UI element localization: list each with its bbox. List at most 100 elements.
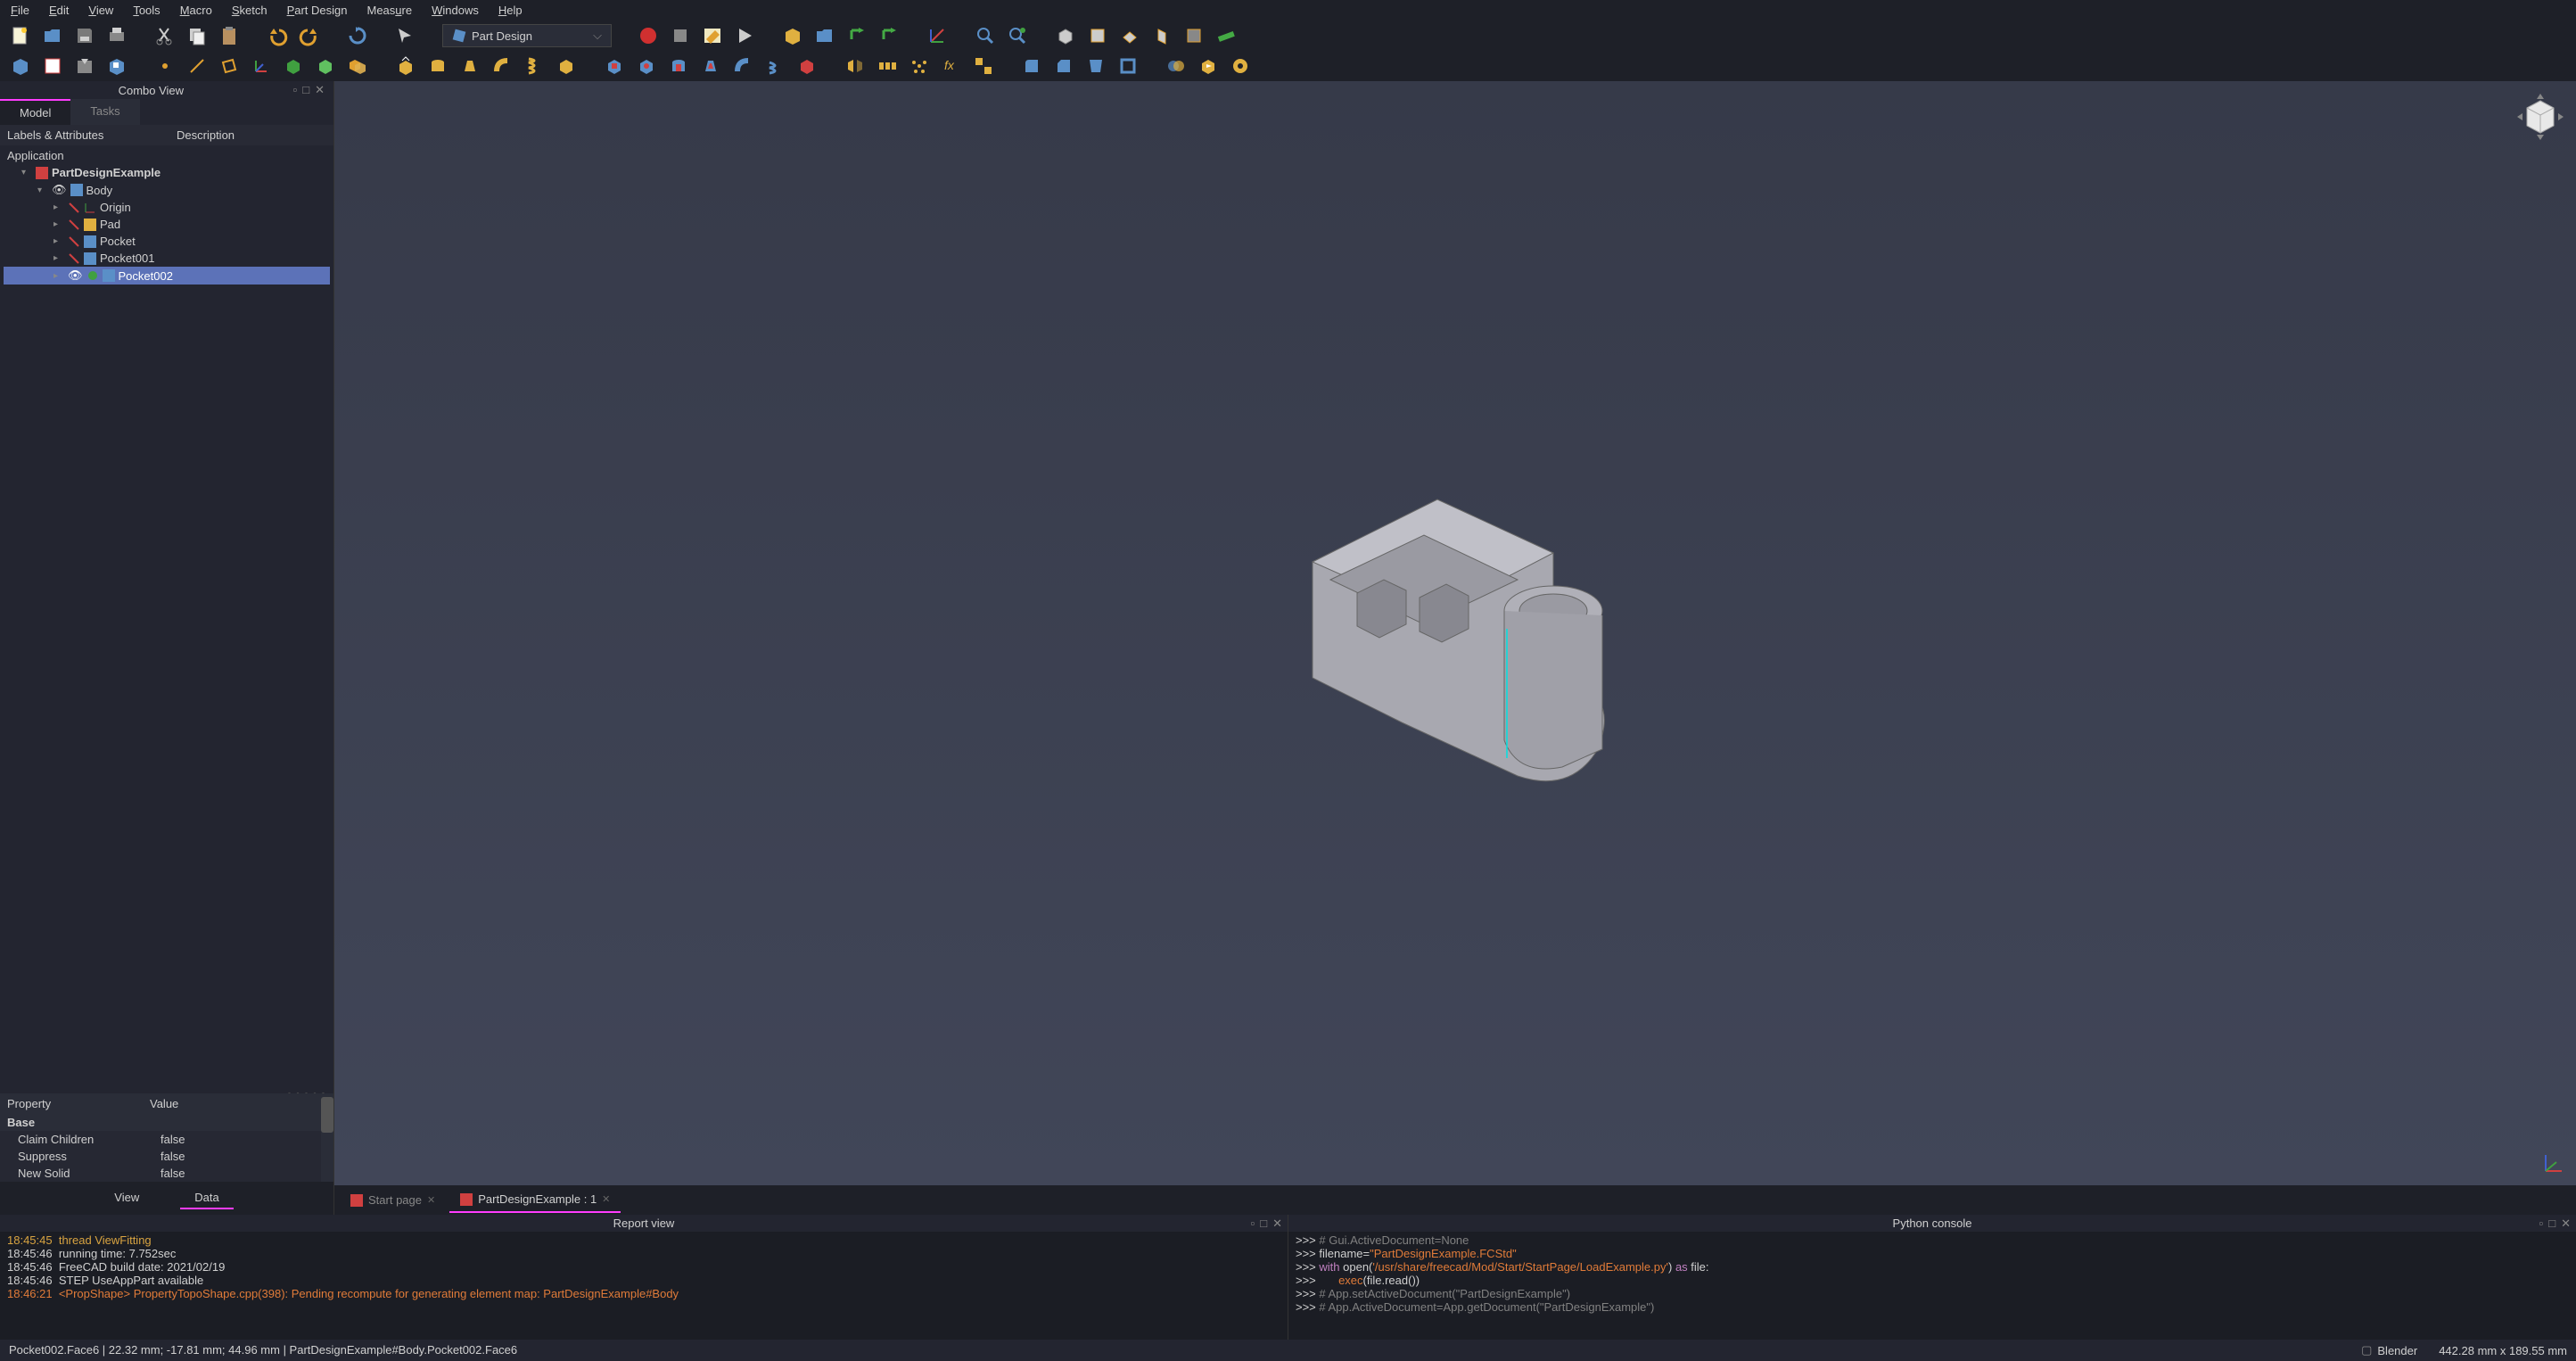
tab-model[interactable]: Model	[0, 99, 70, 125]
chamfer-icon[interactable]	[1052, 54, 1075, 78]
sketch-create-icon[interactable]	[41, 54, 64, 78]
menu-view[interactable]: View	[85, 2, 117, 19]
redo-icon[interactable]	[298, 24, 321, 47]
3d-viewport[interactable]	[334, 81, 2576, 1185]
part-create-icon[interactable]	[781, 24, 804, 47]
tree-body-item[interactable]: ▾👁 Body	[4, 181, 330, 199]
copy-icon[interactable]	[185, 24, 209, 47]
print-icon[interactable]	[105, 24, 128, 47]
pipe-icon[interactable]	[490, 54, 514, 78]
pad-icon[interactable]	[394, 54, 417, 78]
report-log[interactable]: 18:45:45 thread ViewFitting 18:45:46 run…	[0, 1232, 1288, 1340]
multitransform-icon[interactable]: fx	[940, 54, 963, 78]
macro-record-icon[interactable]	[637, 24, 660, 47]
panel-float-icon[interactable]: ▫	[293, 83, 298, 97]
draft-icon[interactable]	[1084, 54, 1107, 78]
panel-close-icon[interactable]: ✕	[2561, 1217, 2571, 1231]
menu-partdesign[interactable]: Part Design	[284, 2, 351, 19]
prop-suppress[interactable]: Suppressfalse	[0, 1148, 321, 1165]
mirror-icon[interactable]	[844, 54, 867, 78]
body-create-icon[interactable]	[9, 54, 32, 78]
group-icon[interactable]	[813, 24, 836, 47]
view-rear-icon[interactable]	[1182, 24, 1206, 47]
polar-pattern-icon[interactable]	[908, 54, 931, 78]
hole-icon[interactable]	[635, 54, 658, 78]
save-icon[interactable]	[73, 24, 96, 47]
datum-line-icon[interactable]	[185, 54, 209, 78]
tree-document[interactable]: ▾ PartDesignExample	[4, 164, 330, 181]
sub-helix-icon[interactable]	[763, 54, 786, 78]
sprocket-icon[interactable]	[1229, 54, 1252, 78]
workbench-selector[interactable]: Part Design ⌵	[442, 24, 612, 47]
pocket-icon[interactable]	[603, 54, 626, 78]
sketch-map-icon[interactable]	[105, 54, 128, 78]
migrate-icon[interactable]	[1197, 54, 1220, 78]
link-make-icon[interactable]	[845, 24, 868, 47]
sketch-edit-icon[interactable]	[73, 54, 96, 78]
menu-tools[interactable]: Tools	[129, 2, 163, 19]
fillet-icon[interactable]	[1020, 54, 1043, 78]
panel-float-icon[interactable]: ▫	[1251, 1217, 1255, 1231]
tab-tasks[interactable]: Tasks	[70, 99, 139, 125]
macro-play-icon[interactable]	[733, 24, 756, 47]
nav-style[interactable]: ▢Blender	[2361, 1343, 2417, 1357]
scaled-icon[interactable]	[972, 54, 995, 78]
sub-pipe-icon[interactable]	[731, 54, 754, 78]
cut-icon[interactable]	[153, 24, 177, 47]
close-icon[interactable]: ✕	[427, 1194, 435, 1206]
axis-tool-icon[interactable]	[926, 24, 949, 47]
view-front-icon[interactable]	[1086, 24, 1109, 47]
datum-plane-icon[interactable]	[218, 54, 241, 78]
menu-windows[interactable]: Windows	[428, 2, 482, 19]
menu-file[interactable]: File	[7, 2, 33, 19]
tree-pad[interactable]: ▸ Pad	[4, 216, 330, 233]
open-icon[interactable]	[41, 24, 64, 47]
undo-icon[interactable]	[266, 24, 289, 47]
subshapebinder-icon[interactable]	[314, 54, 337, 78]
view-fit-sel-icon[interactable]	[1006, 24, 1029, 47]
tree-application[interactable]: Application	[4, 147, 330, 164]
refresh-icon[interactable]	[346, 24, 369, 47]
menu-measure[interactable]: Measure	[364, 2, 416, 19]
thickness-icon[interactable]	[1116, 54, 1140, 78]
sub-loft-icon[interactable]	[699, 54, 722, 78]
prop-new-solid[interactable]: New Solidfalse	[0, 1165, 321, 1182]
property-scrollbar[interactable]	[321, 1093, 333, 1182]
python-console[interactable]: >>> # Gui.ActiveDocument=None>>> filenam…	[1288, 1232, 2576, 1340]
menu-help[interactable]: Help	[495, 2, 526, 19]
new-icon[interactable]	[9, 24, 32, 47]
doctab-example[interactable]: PartDesignExample : 1✕	[449, 1187, 621, 1213]
prop-claim-children[interactable]: Claim Childrenfalse	[0, 1131, 321, 1148]
shapebinder-icon[interactable]	[282, 54, 305, 78]
view-measure-icon[interactable]	[1214, 24, 1238, 47]
revolution-icon[interactable]	[426, 54, 449, 78]
panel-close-icon[interactable]: ✕	[315, 83, 325, 97]
linear-pattern-icon[interactable]	[876, 54, 899, 78]
navigation-cube[interactable]	[2514, 90, 2567, 144]
panel-close-icon[interactable]: ✕	[1272, 1217, 1282, 1231]
additive-prim-icon[interactable]	[555, 54, 578, 78]
view-fit-icon[interactable]	[974, 24, 997, 47]
tree-origin[interactable]: ▸ Origin	[4, 199, 330, 216]
doctab-startpage[interactable]: Start page✕	[340, 1187, 446, 1213]
helix-icon[interactable]	[523, 54, 546, 78]
boolean-icon[interactable]	[1165, 54, 1188, 78]
panel-float-icon[interactable]: ▫	[2539, 1217, 2544, 1231]
menu-sketch[interactable]: Sketch	[228, 2, 271, 19]
view-top-icon[interactable]	[1118, 24, 1141, 47]
panel-max-icon[interactable]: □	[2548, 1217, 2555, 1231]
panel-max-icon[interactable]: □	[302, 83, 309, 97]
clone-icon[interactable]	[346, 54, 369, 78]
link-actions-icon[interactable]	[877, 24, 901, 47]
view-iso-icon[interactable]	[1054, 24, 1077, 47]
datum-cs-icon[interactable]	[250, 54, 273, 78]
loft-icon[interactable]	[458, 54, 481, 78]
view-right-icon[interactable]	[1150, 24, 1173, 47]
groove-icon[interactable]	[667, 54, 690, 78]
whatsthis-icon[interactable]	[394, 24, 417, 47]
model-tree[interactable]: Application ▾ PartDesignExample ▾👁 Body …	[0, 145, 333, 1088]
tree-pocket001[interactable]: ▸ Pocket001	[4, 250, 330, 267]
tree-pocket002[interactable]: ▸👁 Pocket002	[4, 267, 330, 285]
menu-edit[interactable]: Edit	[45, 2, 72, 19]
property-panel[interactable]: Base Claim Childrenfalse Suppressfalse N…	[0, 1114, 321, 1182]
